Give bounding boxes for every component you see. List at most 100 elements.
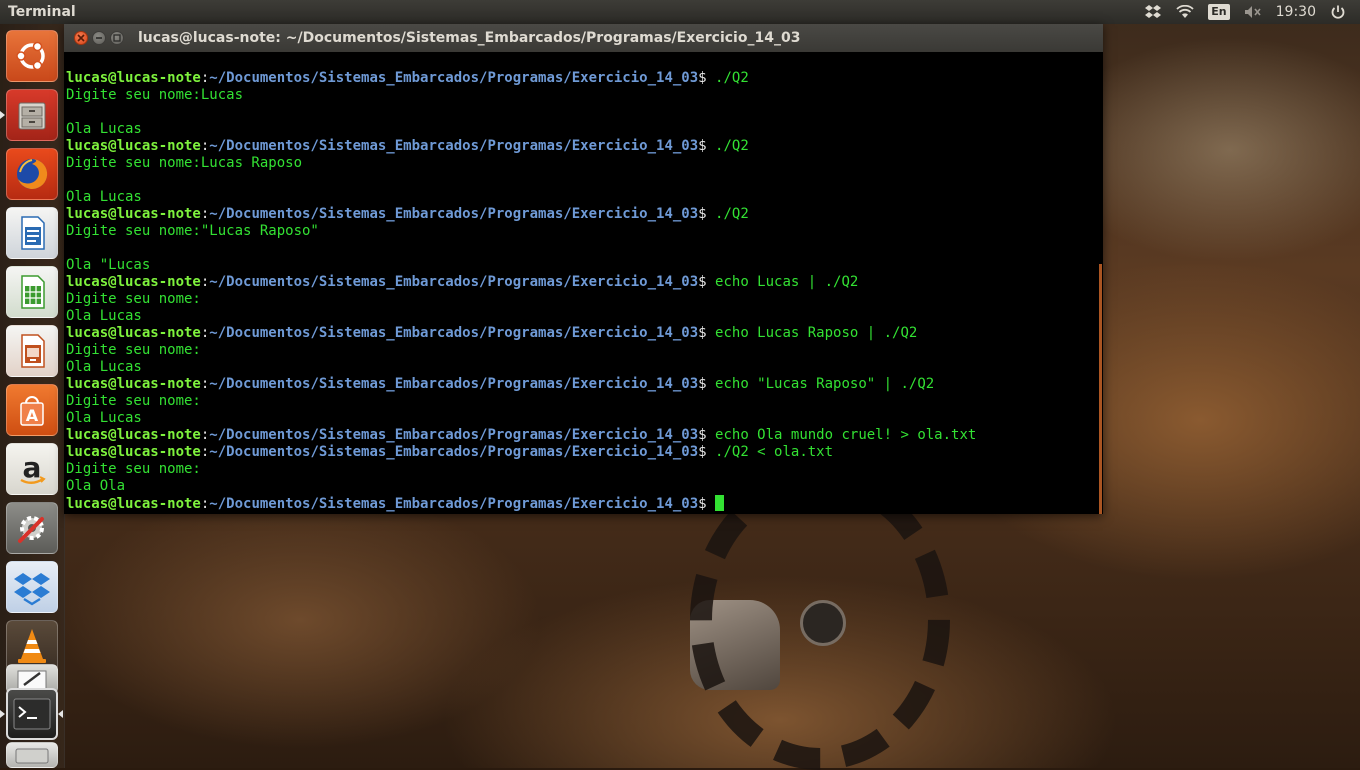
launcher-item-impress[interactable] xyxy=(6,325,58,377)
launcher-item-terminal[interactable] xyxy=(6,688,58,740)
window-titlebar[interactable]: lucas@lucas-note: ~/Documentos/Sistemas_… xyxy=(64,24,1103,52)
maximize-button[interactable] xyxy=(110,31,124,45)
minimize-icon xyxy=(96,37,102,39)
program-output-text: Ola Lucas xyxy=(66,410,142,426)
launcher-item-files[interactable] xyxy=(6,89,58,141)
prompt-path: ~/Documentos/Sistemas_Embarcados/Program… xyxy=(209,496,699,512)
terminal-prompt-line: lucas@lucas-note:~/Documentos/Sistemas_E… xyxy=(64,376,1103,393)
program-output-text: Ola Lucas xyxy=(66,189,142,205)
amazon-logo-icon: a xyxy=(20,451,46,484)
session-indicator[interactable] xyxy=(1330,4,1346,20)
indicator-area: En 19:30 xyxy=(1144,0,1360,24)
prompt-path: ~/Documentos/Sistemas_Embarcados/Program… xyxy=(209,427,699,443)
svg-text:A: A xyxy=(26,406,39,425)
program-output-text: Ola Lucas xyxy=(66,359,142,375)
prompt-dollar: $ xyxy=(698,138,716,154)
program-output-text: Ola "Lucas xyxy=(66,257,151,273)
launcher-item-software-center[interactable]: A xyxy=(6,384,58,436)
prompt-path: ~/Documentos/Sistemas_Embarcados/Program… xyxy=(209,444,699,460)
prompt-path: ~/Documentos/Sistemas_Embarcados/Program… xyxy=(209,274,699,290)
sound-indicator[interactable] xyxy=(1244,5,1262,19)
prompt-path: ~/Documentos/Sistemas_Embarcados/Program… xyxy=(209,206,699,222)
network-indicator[interactable] xyxy=(1176,5,1194,19)
ubuntu-logo-icon xyxy=(16,41,45,71)
program-output-text: Ola Ola xyxy=(66,478,126,494)
prompt-dollar: $ xyxy=(698,325,716,341)
launcher-item-dropbox[interactable] xyxy=(6,561,58,613)
launcher-item-settings[interactable] xyxy=(6,502,58,554)
terminal-prompt-line: lucas@lucas-note:~/Documentos/Sistemas_E… xyxy=(64,206,1103,223)
launcher-item-calc[interactable] xyxy=(6,266,58,318)
window-resize-edge[interactable] xyxy=(1099,264,1102,514)
program-output-text: Ola Lucas xyxy=(66,121,142,137)
program-output-text: Ola Lucas xyxy=(66,308,142,324)
program-output-text: Digite seu nome: xyxy=(66,461,201,477)
terminal-output-line: Digite seu nome:"Lucas Raposo" xyxy=(64,223,1103,240)
launcher-item-firefox[interactable] xyxy=(6,148,58,200)
prompt-user: lucas@lucas-note xyxy=(66,376,201,392)
terminal-output[interactable]: lucas@lucas-note:~/Documentos/Sistemas_E… xyxy=(64,52,1103,514)
svg-text:a: a xyxy=(23,451,42,484)
calc-spreadsheet-icon xyxy=(21,275,45,309)
prompt-user: lucas@lucas-note xyxy=(66,70,201,86)
terminal-output-line: Digite seu nome: xyxy=(64,393,1103,410)
files-running-pip xyxy=(0,111,5,119)
typed-command: ./Q2 xyxy=(715,70,749,86)
prompt-path: ~/Documentos/Sistemas_Embarcados/Program… xyxy=(209,70,699,86)
keyboard-layout-badge: En xyxy=(1208,4,1230,20)
prompt-path: ~/Documentos/Sistemas_Embarcados/Program… xyxy=(209,138,699,154)
prompt-path: ~/Documentos/Sistemas_Embarcados/Program… xyxy=(209,325,699,341)
drive-icon xyxy=(15,748,49,764)
prompt-user: lucas@lucas-note xyxy=(66,444,201,460)
launcher-item-drive[interactable] xyxy=(6,742,58,768)
terminal-prompt-line: lucas@lucas-note:~/Documentos/Sistemas_E… xyxy=(64,138,1103,155)
impress-presentation-icon xyxy=(21,334,45,368)
program-output-text: Digite seu nome: xyxy=(66,342,201,358)
typed-command: echo Lucas | ./Q2 xyxy=(715,274,859,290)
wifi-icon xyxy=(1176,5,1194,18)
typed-command: echo Lucas Raposo | ./Q2 xyxy=(715,325,918,341)
prompt-user: lucas@lucas-note xyxy=(66,138,201,154)
close-button[interactable] xyxy=(74,31,88,45)
terminal-output-line: Ola Lucas xyxy=(64,359,1103,376)
program-output-text: Digite seu nome:Lucas xyxy=(66,87,244,103)
window-title: lucas@lucas-note: ~/Documentos/Sistemas_… xyxy=(138,30,801,46)
terminal-output-line: Ola Lucas xyxy=(64,410,1103,427)
prompt-dollar: $ xyxy=(698,376,716,392)
typed-command: ./Q2 xyxy=(715,138,749,154)
terminal-prompt-line: lucas@lucas-note:~/Documentos/Sistemas_E… xyxy=(64,274,1103,291)
program-output-text: Digite seu nome:Lucas Raposo xyxy=(66,155,303,171)
terminal-running-pip xyxy=(0,710,5,718)
dropbox-box-icon xyxy=(14,573,50,606)
top-panel: Terminal En 19:30 xyxy=(0,0,1360,24)
minimize-button[interactable] xyxy=(92,31,106,45)
terminal-prompt-line: lucas@lucas-note:~/Documentos/Sistemas_E… xyxy=(64,427,1103,444)
software-center-bag-icon: A xyxy=(20,396,44,426)
terminal-prompt-line: lucas@lucas-note:~/Documentos/Sistemas_E… xyxy=(64,70,1103,87)
terminal-output-line: Ola Lucas xyxy=(64,308,1103,325)
launcher-item-dash[interactable] xyxy=(6,30,58,82)
prompt-dollar: $ xyxy=(698,444,716,460)
launcher-item-writer[interactable] xyxy=(6,207,58,259)
close-icon xyxy=(77,34,85,42)
prompt-user: lucas@lucas-note xyxy=(66,325,201,341)
prompt-dollar: $ xyxy=(698,427,716,443)
volume-muted-icon xyxy=(1244,6,1261,18)
terminal-output-line: Digite seu nome: xyxy=(64,342,1103,359)
dropbox-indicator[interactable] xyxy=(1144,4,1162,20)
clock[interactable]: 19:30 xyxy=(1276,0,1316,24)
active-app-title: Terminal xyxy=(8,4,76,20)
prompt-dollar: $ xyxy=(698,496,716,512)
wallpaper-wheel-hub xyxy=(800,600,846,646)
typed-command: ./Q2 < ola.txt xyxy=(715,444,834,460)
prompt-user: lucas@lucas-note xyxy=(66,274,201,290)
terminal-prompt-line: lucas@lucas-note:~/Documentos/Sistemas_E… xyxy=(64,495,1103,512)
keyboard-layout-indicator[interactable]: En xyxy=(1208,4,1230,20)
typed-command: ./Q2 xyxy=(715,206,749,222)
prompt-user: lucas@lucas-note xyxy=(66,427,201,443)
launcher-item-amazon[interactable]: a xyxy=(6,443,58,495)
terminal-output-line: Digite seu nome: xyxy=(64,461,1103,478)
terminal-focused-pip xyxy=(58,710,63,718)
